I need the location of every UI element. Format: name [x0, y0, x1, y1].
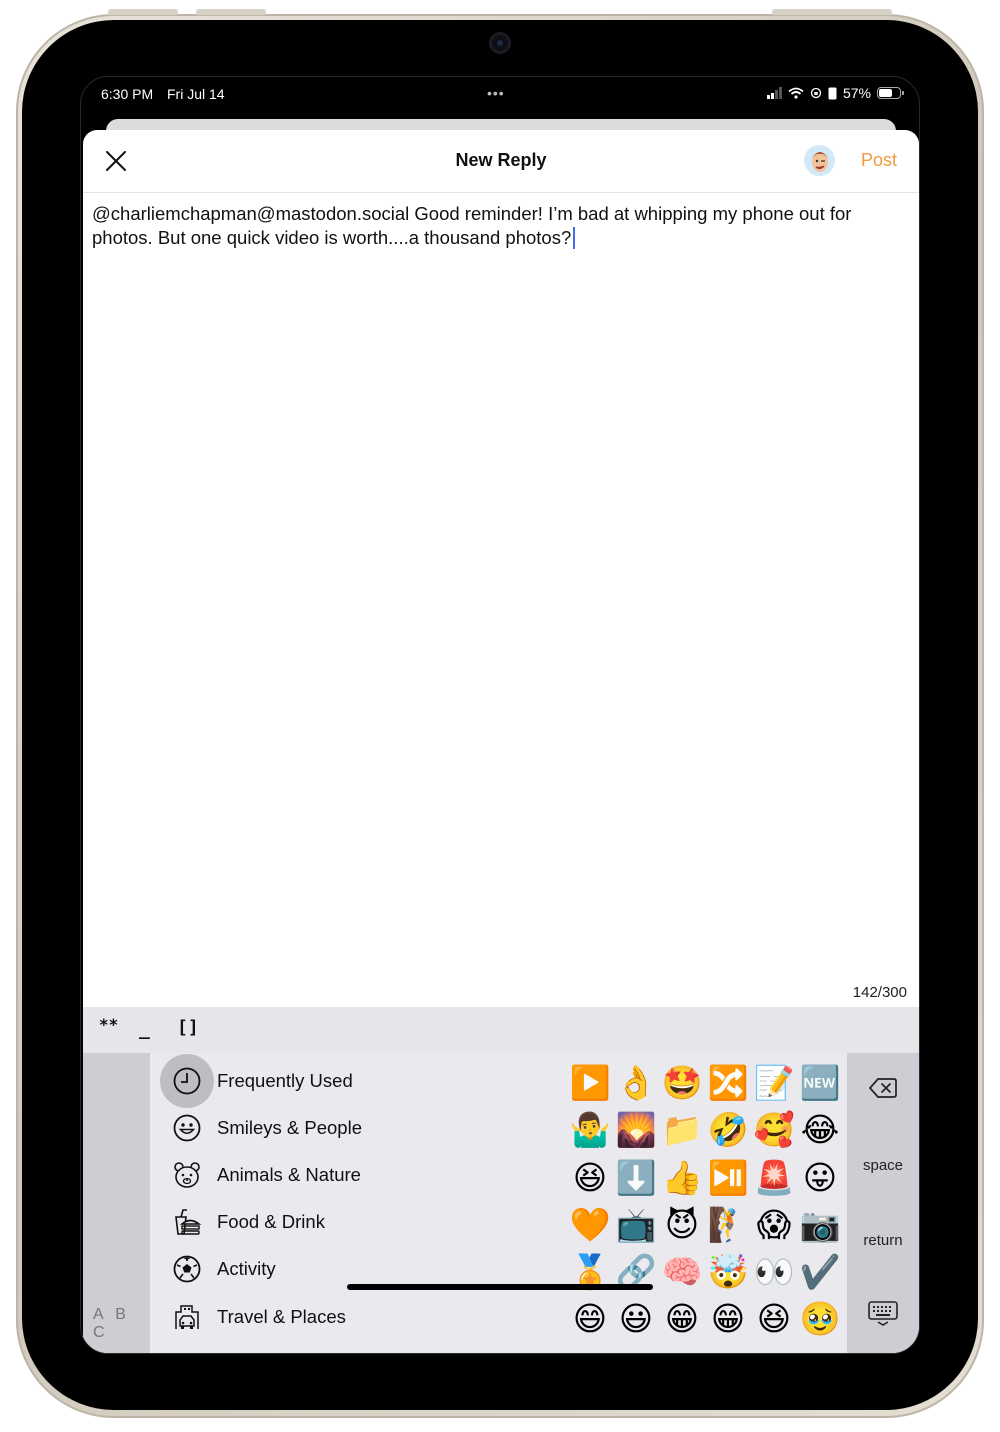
emoji-key[interactable]: 😆: [751, 1295, 797, 1342]
emoji-key[interactable]: 📷: [797, 1201, 843, 1248]
abc-key[interactable]: A B C: [93, 1306, 150, 1342]
page-title: New Reply: [455, 150, 547, 170]
delete-key[interactable]: [847, 1077, 919, 1103]
front-camera: [489, 32, 511, 54]
battery-icon: [877, 87, 904, 99]
memoji-avatar-icon: [811, 151, 828, 172]
category-label: Food & Drink: [217, 1211, 325, 1233]
keyboard-dismiss-icon: [868, 1301, 898, 1326]
emoji-key[interactable]: 😄: [567, 1295, 613, 1342]
space-key[interactable]: space: [847, 1157, 919, 1174]
smiley-icon: [160, 1101, 214, 1155]
emoji-key[interactable]: ✔️: [797, 1248, 843, 1295]
emoji-key[interactable]: 👌: [613, 1059, 659, 1106]
emoji-key[interactable]: 👍: [659, 1154, 705, 1201]
emoji-keyboard: A B C Frequently Used Smileys & People A…: [83, 1053, 919, 1353]
emoji-key[interactable]: 🤩: [659, 1059, 705, 1106]
text-cursor: [573, 227, 576, 249]
category-label: Animals & Nature: [217, 1163, 361, 1185]
emoji-key[interactable]: 🥹: [797, 1295, 843, 1342]
keyboard-right-column: space return: [847, 1053, 919, 1353]
emoji-key[interactable]: 😆: [567, 1154, 613, 1201]
emoji-key[interactable]: 😃: [613, 1295, 659, 1342]
emoji-key[interactable]: ⬇️: [613, 1154, 659, 1201]
bear-icon: [160, 1148, 214, 1202]
status-bar: 6:30 PM Fri Jul 14 ••• 57%: [81, 77, 919, 111]
category-smileys-people[interactable]: Smileys & People: [160, 1104, 460, 1151]
emoji-key[interactable]: 😁: [705, 1295, 751, 1342]
emoji-key[interactable]: 🧗: [705, 1201, 751, 1248]
emoji-key[interactable]: 😂: [797, 1106, 843, 1153]
building-car-icon: [160, 1290, 214, 1344]
emoji-key[interactable]: 🤯: [705, 1248, 751, 1295]
status-indicators: 57%: [766, 85, 904, 101]
emoji-key[interactable]: 📝: [751, 1059, 797, 1106]
clock-icon: [160, 1053, 214, 1108]
nav-bar: New Reply Post: [83, 130, 919, 193]
emoji-key[interactable]: 🧠: [659, 1248, 705, 1295]
emoji-key[interactable]: 🤷‍♂️: [567, 1106, 613, 1153]
bold-button[interactable]: **: [99, 1015, 118, 1034]
volume-up-button: [108, 9, 178, 15]
emoji-key[interactable]: 😱: [751, 1201, 797, 1248]
emoji-key[interactable]: 🔀: [705, 1059, 751, 1106]
category-food-drink[interactable]: Food & Drink: [160, 1199, 460, 1246]
emoji-key[interactable]: 😛: [797, 1154, 843, 1201]
wifi-icon: [788, 87, 804, 99]
compose-text-area[interactable]: @charliemchapman@mastodon.social Good re…: [92, 202, 910, 250]
emoji-key[interactable]: 🧡: [567, 1201, 613, 1248]
markdown-toolbar: ** _ []: [83, 1007, 919, 1053]
emoji-key[interactable]: 🆕: [797, 1059, 843, 1106]
multitasking-dots[interactable]: •••: [487, 85, 505, 101]
category-animals-nature[interactable]: Animals & Nature: [160, 1151, 460, 1198]
emoji-key[interactable]: 🚨: [751, 1154, 797, 1201]
emoji-key[interactable]: ▶️: [567, 1059, 613, 1106]
burger-drink-icon: [160, 1195, 214, 1249]
cellular-signal-icon: [766, 87, 782, 99]
emoji-category-list: Frequently Used Smileys & People Animals…: [160, 1053, 460, 1340]
character-count: 142/300: [852, 984, 907, 1001]
dismiss-keyboard-key[interactable]: [847, 1301, 919, 1331]
category-label: Activity: [217, 1258, 276, 1280]
home-indicator[interactable]: [347, 1284, 653, 1290]
keyboard-left-column: A B C: [83, 1053, 150, 1353]
emoji-key[interactable]: 🥰: [751, 1106, 797, 1153]
orientation-lock-icon: [810, 87, 822, 99]
compose-sheet: New Reply Post @charliemchapman@mastodon…: [83, 130, 919, 1353]
device-portrait-icon: [828, 87, 837, 99]
emoji-key[interactable]: 🤣: [705, 1106, 751, 1153]
emoji-key[interactable]: 👀: [751, 1248, 797, 1295]
category-label: Frequently Used: [217, 1069, 353, 1091]
emoji-key[interactable]: 🌄: [613, 1106, 659, 1153]
screen: 6:30 PM Fri Jul 14 ••• 57% New Reply Pos…: [80, 76, 920, 1354]
account-avatar[interactable]: [804, 145, 835, 176]
battery-percent: 57%: [842, 85, 871, 101]
return-key[interactable]: return: [847, 1232, 919, 1249]
delete-backspace-icon: [869, 1078, 897, 1098]
emoji-key[interactable]: 😁: [659, 1295, 705, 1342]
status-date: Fri Jul 14: [167, 86, 225, 102]
top-power-button: [772, 9, 892, 15]
link-button[interactable]: []: [177, 1017, 199, 1038]
status-time: 6:30 PM: [101, 86, 154, 102]
category-travel-places[interactable]: Travel & Places: [160, 1293, 460, 1340]
emoji-key[interactable]: 📁: [659, 1106, 705, 1153]
category-frequently-used[interactable]: Frequently Used: [160, 1053, 460, 1108]
soccer-ball-icon: [160, 1242, 214, 1296]
category-label: Travel & Places: [217, 1305, 346, 1327]
italic-button[interactable]: _: [139, 1019, 150, 1040]
emoji-key[interactable]: 📺: [613, 1201, 659, 1248]
category-label: Smileys & People: [217, 1116, 362, 1138]
emoji-key[interactable]: ⏯️: [705, 1154, 751, 1201]
emoji-key[interactable]: 😈: [659, 1201, 705, 1248]
volume-down-button: [196, 9, 266, 15]
compose-text: @charliemchapman@mastodon.social Good re…: [92, 203, 857, 248]
emoji-grid: ▶️ 👌 🤩 🔀 📝 🆕 🤷‍♂️ 🌄 📁 🤣 🥰 😂 😆 ⬇️ 👍 ⏯️ 🚨 😛 🧡 📺 😈 🧗 😱 📷 🏅 🔗 🧠 🤯 👀 ✔️ 😄 😃 😁…: [567, 1059, 843, 1343]
post-button[interactable]: Post: [861, 150, 897, 171]
